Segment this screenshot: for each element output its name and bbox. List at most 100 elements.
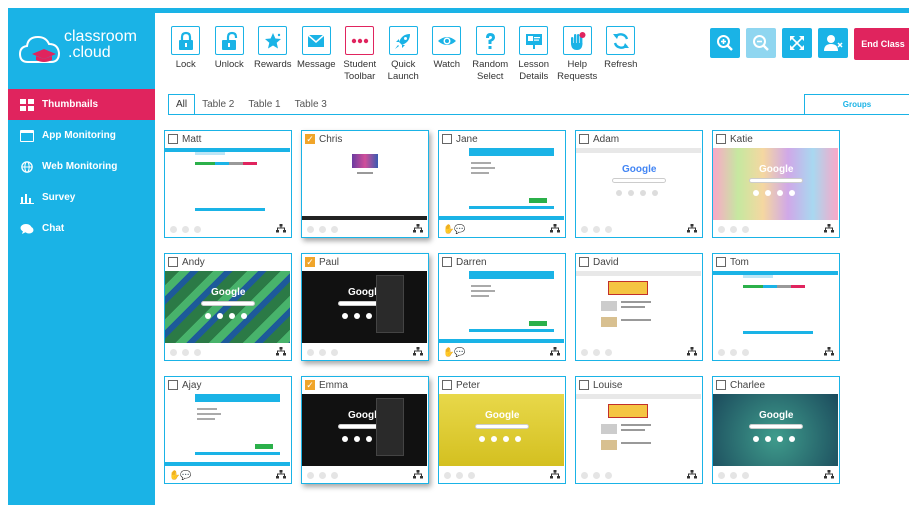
screen-image xyxy=(601,301,617,311)
screen-preview[interactable]: Google xyxy=(439,394,564,466)
watch-tool[interactable]: Watch xyxy=(425,26,469,90)
screen-header-bar xyxy=(469,271,554,279)
screen-preview[interactable] xyxy=(439,271,564,343)
screen-google-logo: Google xyxy=(622,164,657,175)
student-checkbox[interactable] xyxy=(168,380,178,390)
screen-preview[interactable]: Google xyxy=(713,148,838,220)
network-icon xyxy=(687,347,697,356)
groups-button[interactable]: Groups xyxy=(804,94,909,115)
random-select-button[interactable] xyxy=(475,26,505,55)
refresh-tool[interactable]: Refresh xyxy=(599,26,643,90)
screen-google-logo: Google xyxy=(211,287,246,298)
screen-preview[interactable]: Google xyxy=(165,271,290,343)
random-select-tool[interactable]: Random Select xyxy=(469,26,513,90)
student-checkbox[interactable] xyxy=(716,380,726,390)
student-checkbox[interactable] xyxy=(442,134,452,144)
screen-preview[interactable]: Google xyxy=(302,271,427,343)
tab-table-3[interactable]: Table 3 xyxy=(288,94,334,115)
student-thumbnail[interactable]: Tom xyxy=(712,253,840,361)
student-checkbox[interactable]: ✓ xyxy=(305,134,315,144)
student-checkbox[interactable] xyxy=(168,134,178,144)
lock-button[interactable] xyxy=(171,26,201,55)
network-icon xyxy=(550,470,560,479)
student-thumbnail[interactable]: ✓ Chris xyxy=(301,130,429,238)
zoom-out-button[interactable] xyxy=(746,28,776,58)
unlock-tool[interactable]: Unlock xyxy=(208,26,252,90)
unlock-button[interactable] xyxy=(214,26,244,55)
screen-preview[interactable] xyxy=(713,271,838,343)
thumbnail-footer xyxy=(165,221,290,237)
screen-preview[interactable]: Google xyxy=(302,394,427,466)
student-checkbox[interactable] xyxy=(716,257,726,267)
tool-label: Random xyxy=(472,59,509,70)
screen-tag xyxy=(743,285,763,288)
screen-preview[interactable] xyxy=(165,394,290,466)
student-thumbnail[interactable]: Ajay ✋ 💬 xyxy=(164,376,292,484)
student-thumbnail[interactable]: Peter Google xyxy=(438,376,566,484)
student-checkbox[interactable]: ✓ xyxy=(305,257,315,267)
student-thumbnail[interactable]: Darren ✋ 💬 xyxy=(438,253,566,361)
lesson-details-button[interactable] xyxy=(519,26,549,55)
screen-line xyxy=(471,167,495,169)
screen-preview[interactable] xyxy=(439,148,564,220)
student-thumbnail[interactable]: Charlee Google xyxy=(712,376,840,484)
unlock-icon xyxy=(222,31,238,50)
student-thumbnail[interactable]: Jane ✋ 💬 xyxy=(438,130,566,238)
screen-preview[interactable] xyxy=(576,271,701,343)
sidebar-item-web-monitoring[interactable]: Web Monitoring xyxy=(8,151,155,182)
refresh-button[interactable] xyxy=(606,26,636,55)
student-checkbox[interactable] xyxy=(579,257,589,267)
tab-all[interactable]: All xyxy=(168,94,196,115)
sidebar-item-app-monitoring[interactable]: App Monitoring xyxy=(8,120,155,151)
watch-button[interactable] xyxy=(432,26,462,55)
screen-preview[interactable]: Google xyxy=(576,148,701,220)
rewards-button[interactable] xyxy=(258,26,288,55)
help-requests-button[interactable] xyxy=(562,26,592,55)
rewards-tool[interactable]: Rewards xyxy=(251,26,295,90)
student-thumbnail[interactable]: Adam Google xyxy=(575,130,703,238)
student-checkbox[interactable] xyxy=(579,380,589,390)
tool-label: Refresh xyxy=(604,59,638,70)
student-checkbox[interactable] xyxy=(579,134,589,144)
sidebar-item-thumbnails[interactable]: Thumbnails xyxy=(8,89,155,120)
toolbar: Lock Unlock Rewards Message Student Toolb… xyxy=(164,26,643,90)
student-checkbox[interactable]: ✓ xyxy=(305,380,315,390)
screen-preview[interactable] xyxy=(302,148,427,220)
quick-launch-button[interactable] xyxy=(388,26,418,55)
presentation-icon xyxy=(525,33,542,49)
student-checkbox[interactable] xyxy=(716,134,726,144)
quick-launch-tool[interactable]: Quick Launch xyxy=(382,26,426,90)
student-thumbnail[interactable]: ✓ Paul Google xyxy=(301,253,429,361)
student-thumbnail[interactable]: ✓ Emma Google xyxy=(301,376,429,484)
screen-preview[interactable] xyxy=(576,394,701,466)
tab-table-1[interactable]: Table 1 xyxy=(241,94,287,115)
student-toolbar-button[interactable] xyxy=(345,26,375,55)
fullscreen-button[interactable] xyxy=(782,28,812,58)
tab-table-2[interactable]: Table 2 xyxy=(195,94,241,115)
screen-preview[interactable]: Google xyxy=(713,394,838,466)
student-checkbox[interactable] xyxy=(442,380,452,390)
message-button[interactable] xyxy=(301,26,331,55)
student-thumbnail[interactable]: Katie Google xyxy=(712,130,840,238)
student-checkbox[interactable] xyxy=(168,257,178,267)
zoom-in-button[interactable] xyxy=(710,28,740,58)
lock-tool[interactable]: Lock xyxy=(164,26,208,90)
student-toolbar-tool[interactable]: Student Toolbar xyxy=(338,26,382,90)
end-class-button[interactable]: End Class xyxy=(854,28,909,60)
student-thumbnail[interactable]: Matt xyxy=(164,130,292,238)
screen-preview[interactable] xyxy=(165,148,290,220)
sidebar-item-survey[interactable]: Survey xyxy=(8,182,155,213)
student-checkbox[interactable] xyxy=(442,257,452,267)
sidebar-item-chat[interactable]: Chat xyxy=(8,213,155,244)
help-requests-tool[interactable]: Help Requests xyxy=(556,26,600,90)
student-thumbnail[interactable]: David xyxy=(575,253,703,361)
screen-line xyxy=(621,301,651,303)
lesson-details-tool[interactable]: Lesson Details xyxy=(512,26,556,90)
student-thumbnail[interactable]: Louise xyxy=(575,376,703,484)
remove-student-button[interactable] xyxy=(818,28,848,58)
message-tool[interactable]: Message xyxy=(295,26,339,90)
thumbnail-header: Jane xyxy=(439,131,565,147)
student-thumbnail[interactable]: Andy Google xyxy=(164,253,292,361)
thumbnail-header: Adam xyxy=(576,131,702,147)
network-icon xyxy=(824,470,834,479)
